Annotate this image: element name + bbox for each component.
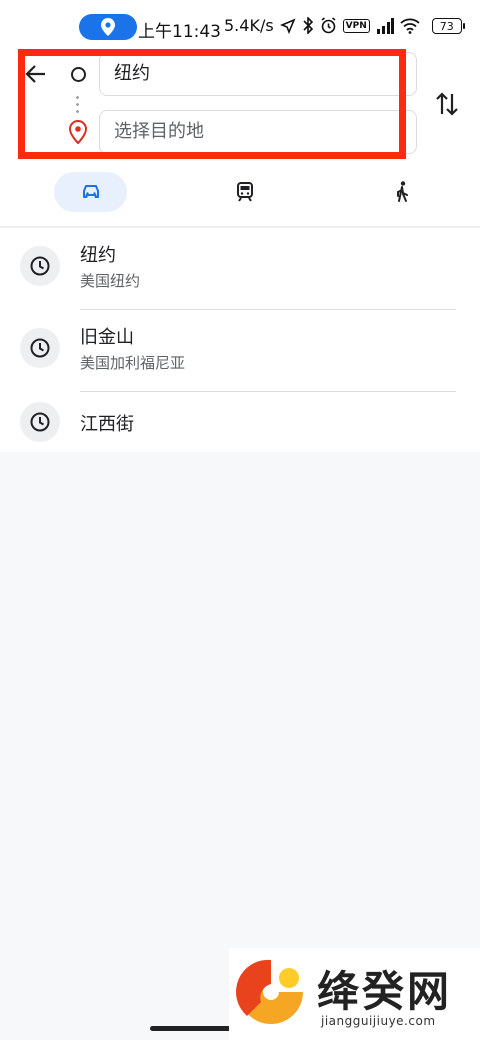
status-time: 上午11:43 bbox=[138, 22, 221, 42]
swap-direction-icon[interactable] bbox=[434, 90, 460, 118]
tab-driving[interactable] bbox=[54, 172, 127, 212]
status-bar: 上午11:43 5.4K/s VPN 73 bbox=[0, 0, 480, 50]
watermark: 绛癸网 jiangguijiuye.com bbox=[229, 948, 480, 1040]
network-speed: 5.4K/s bbox=[224, 16, 274, 35]
history-clock-icon bbox=[20, 402, 60, 442]
watermark-url: jiangguijiuye.com bbox=[321, 1014, 436, 1028]
place-subtitle: 美国加利福尼亚 bbox=[80, 354, 186, 372]
location-pin-icon bbox=[101, 18, 115, 36]
recent-places-list: 纽约 美国纽约 旧金山 美国加利福尼亚 江西街 bbox=[0, 228, 480, 452]
history-clock-icon bbox=[20, 328, 60, 368]
car-icon bbox=[82, 185, 99, 198]
watermark-logo-icon bbox=[236, 959, 303, 1024]
watermark-name: 绛癸网 bbox=[317, 967, 453, 1016]
travel-mode-tabs bbox=[0, 172, 480, 212]
place-title: 纽约 bbox=[80, 245, 116, 266]
navigation-arrow-icon bbox=[279, 18, 296, 34]
walking-icon bbox=[397, 181, 408, 202]
tab-transit[interactable] bbox=[225, 172, 265, 212]
location-indicator bbox=[79, 14, 137, 40]
tab-walking[interactable] bbox=[382, 172, 422, 212]
list-item[interactable]: 纽约 美国纽约 bbox=[0, 228, 480, 310]
bluetooth-icon bbox=[303, 17, 313, 34]
highlight-box bbox=[18, 49, 406, 159]
vpn-badge: VPN bbox=[342, 18, 370, 33]
list-item[interactable]: 旧金山 美国加利福尼亚 bbox=[0, 310, 480, 392]
wifi-icon bbox=[400, 18, 420, 34]
place-title: 江西街 bbox=[80, 414, 134, 435]
train-icon bbox=[237, 182, 253, 202]
battery-indicator: 73 bbox=[431, 17, 465, 34]
status-icons: 5.4K/s VPN 73 bbox=[224, 16, 465, 35]
alarm-icon bbox=[321, 17, 336, 34]
place-title: 旧金山 bbox=[80, 327, 134, 348]
list-item[interactable]: 江西街 bbox=[0, 392, 480, 452]
history-clock-icon bbox=[20, 246, 60, 286]
cellular-signal-icon bbox=[376, 17, 394, 34]
place-subtitle: 美国纽约 bbox=[80, 272, 141, 290]
